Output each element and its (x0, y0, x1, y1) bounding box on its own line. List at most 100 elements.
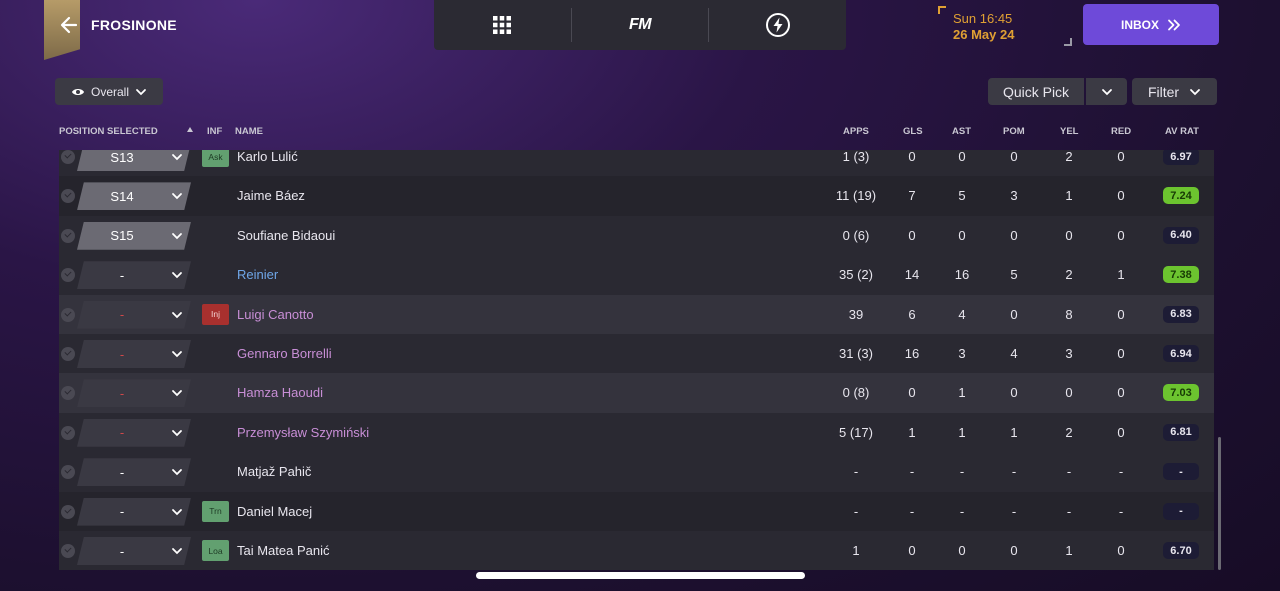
col-name[interactable]: NAME (235, 126, 263, 137)
player-name[interactable]: Tai Matea Panić (237, 543, 330, 558)
col-apps[interactable]: APPS (843, 126, 869, 137)
table-row[interactable]: S14 Jaime Báez 11 (19) 7 5 3 1 0 7.24 (59, 176, 1214, 216)
stat-gls: - (909, 464, 915, 480)
stat-red: - (1118, 503, 1124, 519)
select-checkbox[interactable] (61, 150, 75, 164)
position-selector[interactable]: S13 (77, 150, 191, 171)
player-name[interactable]: Hamza Haoudi (237, 385, 323, 400)
table-row[interactable]: - Reinier 35 (2) 14 16 5 2 1 7.38 (59, 255, 1214, 295)
col-position[interactable]: POSITION SELECTED (59, 126, 158, 137)
player-name[interactable]: Gennaro Borrelli (237, 346, 332, 361)
player-name[interactable]: Reinier (237, 267, 278, 282)
position-selector[interactable]: - (77, 300, 191, 329)
select-checkbox[interactable] (61, 386, 75, 401)
status-badge[interactable]: Inj (202, 303, 229, 325)
stat-yel: 8 (1065, 306, 1073, 322)
stat-apps: 35 (2) (839, 267, 873, 283)
table-row[interactable]: - Inj Luigi Canotto 39 6 4 0 8 0 6.83 (59, 294, 1214, 334)
date-corner (938, 6, 946, 14)
table-row[interactable]: S13 Ask Karlo Lulić 1 (3) 0 0 0 2 0 6.97 (59, 150, 1214, 177)
stat-yel: 0 (1065, 227, 1073, 243)
select-checkbox[interactable] (61, 307, 75, 322)
quick-pick-dropdown[interactable] (1086, 78, 1127, 105)
select-checkbox[interactable] (61, 347, 75, 361)
arrow-left-icon (60, 16, 78, 34)
table-row[interactable]: S15 Soufiane Bidaoui 0 (6) 0 0 0 0 0 6.40 (59, 215, 1214, 256)
home-indicator[interactable] (476, 572, 805, 579)
table-row[interactable]: - Przemysław Szymiński 5 (17) 1 1 1 2 0 6.81 (59, 412, 1214, 453)
status-badge[interactable]: Trn (202, 500, 229, 522)
position-selector[interactable]: - (77, 418, 191, 447)
back-button[interactable] (58, 14, 80, 36)
table-row[interactable]: - Matjaž Pahič - - - - - - - (59, 452, 1214, 492)
position-selector[interactable]: S15 (77, 221, 191, 250)
col-av-rat[interactable]: AV RAT (1165, 126, 1199, 137)
col-red[interactable]: RED (1111, 126, 1131, 137)
stat-red: 0 (1117, 227, 1125, 243)
col-ast[interactable]: AST (952, 126, 971, 137)
position-selector[interactable]: - (77, 340, 191, 368)
stat-ast: 16 (954, 267, 970, 283)
stat-apps: 0 (8) (842, 385, 870, 401)
quick-pick-label: Quick Pick (1002, 83, 1070, 100)
col-yel[interactable]: YEL (1060, 126, 1078, 137)
player-name[interactable]: Karlo Lulić (237, 150, 298, 164)
inbox-button[interactable]: INBOX (1083, 4, 1219, 45)
club-title[interactable]: FROSINONE (91, 17, 177, 33)
table-row[interactable]: - Loa Tai Matea Panić 1 0 0 0 1 0 6.70 (59, 531, 1214, 570)
stat-pom: - (1011, 503, 1017, 519)
rating-badge: 6.40 (1163, 226, 1199, 244)
game-date[interactable]: Sun 16:45 26 May 24 (938, 6, 1072, 46)
select-checkbox[interactable] (61, 425, 75, 440)
chevron-down-icon (167, 311, 187, 319)
player-name[interactable]: Luigi Canotto (237, 307, 314, 322)
rating-badge: 6.83 (1163, 305, 1199, 323)
table-row[interactable]: - Gennaro Borrelli 31 (3) 16 3 4 3 0 6.94 (59, 334, 1214, 374)
select-checkbox[interactable] (61, 544, 75, 558)
continue-button[interactable] (709, 0, 846, 50)
view-selector[interactable]: Overall (55, 78, 163, 105)
table-row[interactable]: - Hamza Haoudi 0 (8) 0 1 0 0 0 7.03 (59, 373, 1214, 413)
chevron-down-icon (1101, 88, 1112, 95)
select-checkbox[interactable] (61, 189, 75, 204)
stat-ast: 0 (958, 227, 966, 243)
position-selector[interactable]: - (77, 537, 191, 565)
position-selector[interactable]: S14 (77, 182, 191, 211)
player-name[interactable]: Przemysław Szymiński (237, 425, 369, 440)
sort-asc-icon[interactable] (186, 125, 194, 136)
position-selector[interactable]: - (77, 379, 191, 408)
rating-badge: 7.24 (1163, 187, 1199, 205)
select-checkbox[interactable] (61, 504, 75, 519)
player-name[interactable]: Matjaž Pahič (237, 464, 311, 479)
col-gls[interactable]: GLS (903, 126, 923, 137)
position-selector[interactable]: - (77, 458, 191, 487)
stat-yel: 1 (1065, 543, 1073, 558)
position-selector[interactable]: - (77, 261, 191, 290)
status-badge[interactable]: Loa (202, 540, 229, 561)
stat-ast: 1 (958, 385, 966, 401)
stat-red: 0 (1117, 346, 1125, 361)
filter-button[interactable]: Filter (1132, 78, 1217, 105)
quick-pick-button[interactable]: Quick Pick (988, 78, 1084, 105)
scrollbar[interactable] (1218, 437, 1221, 570)
stat-gls: 16 (904, 346, 920, 361)
player-table: S13 Ask Karlo Lulić 1 (3) 0 0 0 2 0 6.97 S14 Jaime … (59, 150, 1214, 570)
player-name[interactable]: Daniel Macej (237, 504, 312, 519)
position-selector[interactable]: - (77, 497, 191, 526)
select-checkbox[interactable] (61, 268, 75, 283)
col-pom[interactable]: POM (1003, 126, 1025, 137)
menu-grid-button[interactable] (434, 0, 571, 50)
player-name[interactable]: Jaime Báez (237, 188, 305, 203)
player-name[interactable]: Soufiane Bidaoui (237, 228, 335, 243)
inbox-label: INBOX (1120, 17, 1159, 32)
select-checkbox[interactable] (61, 228, 75, 243)
fm-home-button[interactable]: FM (572, 0, 709, 50)
status-badge[interactable]: Ask (202, 150, 229, 167)
stat-gls: 7 (908, 188, 916, 204)
select-checkbox[interactable] (61, 465, 75, 480)
stat-gls: 6 (908, 306, 916, 322)
table-header: POSITION SELECTED INF NAME APPS GLS AST … (59, 120, 1214, 144)
table-row[interactable]: - Trn Daniel Macej - - - - - - - (59, 491, 1214, 531)
col-inf[interactable]: INF (207, 126, 222, 137)
stat-red: 0 (1117, 188, 1125, 204)
